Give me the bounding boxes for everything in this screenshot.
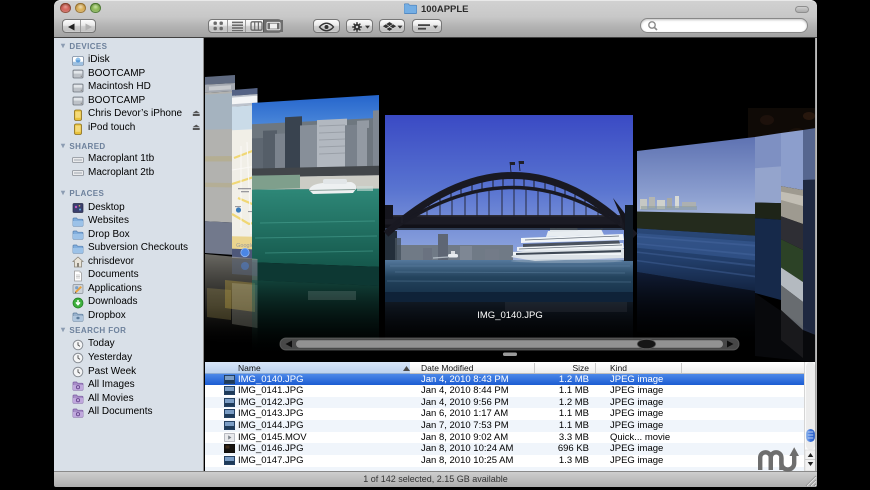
svg-text:IMG_0140.JPG: IMG_0140.JPG	[477, 310, 542, 321]
